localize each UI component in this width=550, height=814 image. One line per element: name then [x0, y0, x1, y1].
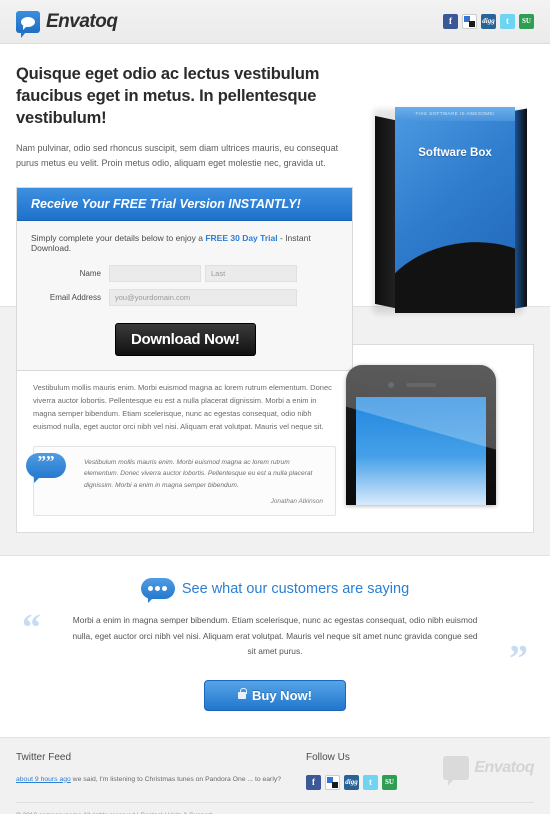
testimonial-text: Morbi a enim in magna semper bibendum. E… — [72, 615, 478, 657]
phone-speaker-icon — [406, 383, 436, 387]
signup-intro: Simply complete your details below to en… — [31, 233, 338, 253]
delicious-icon[interactable] — [325, 774, 340, 790]
download-now-button[interactable]: Download Now! — [115, 322, 256, 356]
last-name-input[interactable]: Last — [205, 264, 297, 282]
first-name-input[interactable] — [109, 264, 201, 282]
digg-icon[interactable]: digg — [344, 774, 359, 790]
name-label: Name — [79, 268, 101, 278]
site-footer: Twitter Feed about 9 hours ago we said, … — [0, 736, 550, 814]
quote-open-icon: “ — [22, 607, 41, 650]
stumbleupon-icon[interactable]: SU — [382, 774, 397, 790]
speech-bubble-logo-icon — [443, 755, 470, 786]
testimonials-section: See what our customers are saying “ Morb… — [0, 556, 550, 737]
box-tagline: THIS SOFTWARE IS AWESOME! — [415, 111, 495, 116]
phone-screen — [356, 397, 486, 505]
software-box-graphic: THIS SOFTWARE IS AWESOME! Software Box — [365, 99, 540, 324]
box-title: Software Box — [418, 147, 492, 159]
header-social-links: f digg t SU — [443, 14, 534, 29]
email-row: Email Address you@yourdomain.com — [31, 288, 338, 306]
landing-page: Envatoq f digg t SU Quisque eget odio ac… — [0, 0, 550, 814]
digg-icon[interactable]: digg — [481, 14, 496, 29]
buy-now-button[interactable]: Buy Now! — [204, 679, 346, 711]
page-title: Quisque eget odio ac lectus vestibulum f… — [16, 65, 320, 127]
testimonials-heading: See what our customers are saying — [181, 580, 410, 597]
lock-icon — [238, 687, 247, 699]
tweet-text: we said, I'm listening to Christmas tune… — [70, 775, 282, 783]
signup-intro-before: Simply complete your details below to en… — [31, 232, 206, 243]
phone-mockup-area — [346, 359, 517, 516]
twitter-feed-column: Twitter Feed about 9 hours ago we said, … — [16, 752, 306, 790]
email-label: Email Address — [49, 292, 101, 302]
testimonial-callout: ”” Vestibulum mollis mauris enim. Morbi … — [26, 445, 336, 517]
name-row: Name Last — [31, 264, 338, 282]
quote-bubble-icon: ”” — [26, 452, 66, 483]
facebook-icon[interactable]: f — [306, 774, 321, 790]
smartphone-mockup — [346, 365, 496, 505]
delicious-icon[interactable] — [462, 14, 477, 29]
logo-text: Envatoq — [46, 10, 118, 32]
signup-heading: Receive Your FREE Trial Version INSTANTL… — [17, 187, 352, 221]
speech-bubble-logo-icon — [16, 10, 40, 38]
facebook-icon[interactable]: f — [443, 14, 458, 29]
footer-logo-text: Envatoq — [474, 758, 534, 776]
tweet-item: about 9 hours ago we said, I'm listening… — [16, 775, 306, 786]
signup-form: Receive Your FREE Trial Version INSTANTL… — [16, 186, 353, 371]
follow-us-heading: Follow Us — [306, 751, 350, 763]
hero-subtitle: Nam pulvinar, odio sed rhoncus suscipit,… — [16, 143, 339, 169]
testimonial-quote-wrap: “ Morbi a enim in magna semper bibendum.… — [16, 609, 534, 678]
quote-close-icon: ” — [509, 637, 528, 680]
hero-section: Quisque eget odio ac lectus vestibulum f… — [0, 44, 550, 371]
footer-social-links: f digg t SU — [306, 774, 426, 790]
twitter-icon[interactable]: t — [500, 14, 515, 29]
signup-body: Simply complete your details below to en… — [17, 221, 352, 370]
site-header: Envatoq f digg t SU — [0, 0, 550, 44]
phone-camera-icon — [388, 382, 394, 388]
copyright-line: © 2010 companyname All rights reserved |… — [16, 803, 534, 814]
twitter-feed-heading: Twitter Feed — [16, 751, 72, 763]
buy-now-label: Buy Now! — [252, 687, 312, 703]
footer-logo-column: Envatoq — [426, 752, 534, 790]
tab-panel: Some awesome title for this first sectio… — [16, 344, 534, 534]
footer-logo: Envatoq — [443, 755, 534, 786]
twitter-icon[interactable]: t — [363, 774, 378, 790]
callout-quote-text: Vestibulum mollis mauris enim. Morbi eui… — [84, 458, 313, 489]
tab-panel-body: Vestibulum mollis mauris enim. Morbi eui… — [33, 383, 332, 432]
stumbleupon-icon[interactable]: SU — [519, 14, 534, 29]
site-logo[interactable]: Envatoq — [16, 10, 118, 38]
free-trial-link[interactable]: FREE 30 Day Trial — [205, 233, 277, 243]
tweet-time-link[interactable]: about 9 hours ago — [16, 776, 71, 783]
speech-bubble-icon — [140, 578, 175, 604]
testimonials-heading-row: See what our customers are saying — [16, 578, 534, 604]
tab-panel-content: Some awesome title for this first sectio… — [26, 359, 336, 517]
footer-columns: Twitter Feed about 9 hours ago we said, … — [16, 752, 534, 790]
callout-quote-author: Jonathan Atkinson — [270, 498, 323, 506]
follow-us-column: Follow Us f digg t SU — [306, 752, 426, 790]
email-input[interactable]: you@yourdomain.com — [109, 288, 297, 306]
